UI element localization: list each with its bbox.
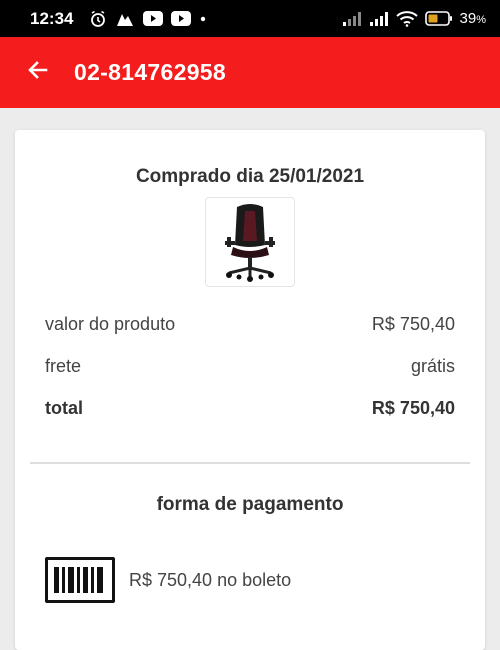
product-value-label: valor do produto [45, 314, 176, 334]
product-value-amount: R$ 750,40 [371, 314, 455, 334]
signal-icon [342, 11, 362, 27]
total-amount: R$ 750,40 [371, 398, 455, 418]
total-label: total [45, 398, 83, 418]
order-number-title: 02-814762958 [74, 59, 226, 85]
barcode-icon [45, 557, 115, 603]
back-button[interactable] [20, 55, 56, 91]
dot-icon [199, 15, 207, 23]
status-bar: 12:34 39% [0, 0, 500, 37]
product-image[interactable] [205, 197, 295, 287]
battery-icon [424, 11, 453, 26]
arrow-left-icon [26, 58, 50, 87]
purchase-date: Comprado dia 25/01/2021 [135, 166, 365, 187]
shipping-label: frete [45, 356, 82, 376]
shopping-icon [115, 10, 135, 28]
app-bar: 02-814762958 [0, 37, 500, 108]
total-row: total R$ 750,40 [45, 398, 455, 419]
payment-method-row: R$ 750,40 no boleto [45, 557, 291, 603]
youtube-icon [143, 11, 164, 26]
battery-level: 39% [459, 10, 486, 27]
status-time: 12:34 [30, 8, 74, 28]
signal-icon [369, 11, 389, 27]
product-value-row: valor do produto R$ 750,40 [45, 314, 455, 335]
wifi-icon [395, 10, 418, 27]
divider [30, 462, 470, 464]
payment-method-text: R$ 750,40 no boleto [129, 569, 292, 590]
status-bar-left: 12:34 [30, 9, 207, 29]
status-bar-right: 39% [342, 10, 486, 27]
gaming-chair-image [225, 204, 275, 282]
shipping-row: frete grátis [45, 356, 455, 377]
payment-method-title: forma de pagamento [156, 494, 344, 515]
order-details-card: Comprado dia 25/01/2021 valor do produto… [15, 130, 485, 650]
alarm-icon [89, 10, 107, 28]
youtube-icon [171, 11, 192, 26]
shipping-amount: grátis [410, 356, 455, 376]
